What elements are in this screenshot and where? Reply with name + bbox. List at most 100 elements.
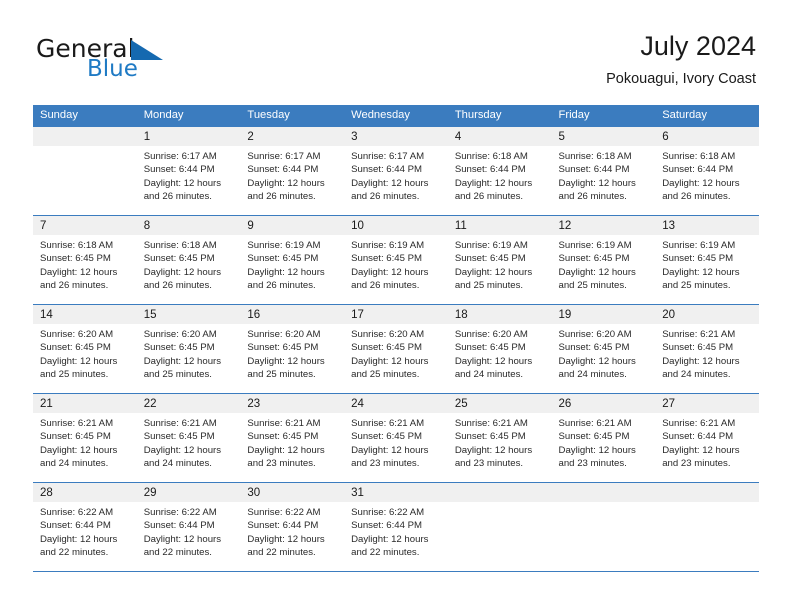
daylight-text-line1: Daylight: 12 hours xyxy=(351,266,429,278)
daylight-text-line1: Daylight: 12 hours xyxy=(662,177,740,189)
calendar-week-row: 14 Sunrise: 6:20 AM Sunset: 6:45 PM Dayligh… xyxy=(33,304,759,394)
daylight-text-line2: and 25 minutes. xyxy=(40,369,109,381)
calendar-cell-empty xyxy=(33,126,137,216)
weekday-header-tuesday: Tuesday xyxy=(240,105,345,127)
sunset-text: Sunset: 6:44 PM xyxy=(351,164,423,176)
calendar-day-cell[interactable]: 31 Sunrise: 6:22 AM Sunset: 6:44 PM Dayligh… xyxy=(344,482,448,572)
calendar-day-cell[interactable]: 3 Sunrise: 6:17 AM Sunset: 6:44 PM Daylight… xyxy=(344,126,448,216)
calendar-day-cell[interactable]: 17 Sunrise: 6:20 AM Sunset: 6:45 PM Dayligh… xyxy=(344,304,448,394)
weekday-header-sunday: Sunday xyxy=(33,105,137,127)
weekday-header-thursday: Thursday xyxy=(447,105,552,127)
day-number: 13 xyxy=(655,216,759,235)
day-number: 16 xyxy=(240,305,345,324)
sunrise-text: Sunrise: 6:22 AM xyxy=(143,507,217,518)
calendar-day-cell[interactable]: 9 Sunrise: 6:19 AM Sunset: 6:45 PM Daylight… xyxy=(240,215,345,305)
calendar-day-cell[interactable]: 27 Sunrise: 6:21 AM Sunset: 6:44 PM Dayligh… xyxy=(655,393,759,483)
calendar-day-cell[interactable]: 6 Sunrise: 6:18 AM Sunset: 6:44 PM Daylight… xyxy=(655,126,759,216)
calendar-day-cell[interactable]: 11 Sunrise: 6:19 AM Sunset: 6:45 PM Dayligh… xyxy=(447,215,552,305)
sunrise-text: Sunrise: 6:17 AM xyxy=(351,151,425,162)
sunrise-text: Sunrise: 6:21 AM xyxy=(662,418,736,429)
brand-logo[interactable]: General Blue xyxy=(36,34,266,90)
day-details: Sunrise: 6:18 AM Sunset: 6:44 PM Daylight:… xyxy=(655,146,759,204)
sunset-text: Sunset: 6:45 PM xyxy=(454,253,526,265)
daylight-text-line2: and 25 minutes. xyxy=(351,369,420,381)
sunset-text: Sunset: 6:45 PM xyxy=(351,253,423,265)
sunrise-text: Sunrise: 6:18 AM xyxy=(662,151,736,162)
calendar-day-cell[interactable]: 4 Sunrise: 6:18 AM Sunset: 6:44 PM Daylight… xyxy=(447,126,552,216)
calendar-day-cell[interactable]: 21 Sunrise: 6:21 AM Sunset: 6:45 PM Dayligh… xyxy=(33,393,137,483)
calendar-day-cell[interactable]: 25 Sunrise: 6:21 AM Sunset: 6:45 PM Dayligh… xyxy=(447,393,552,483)
sunset-text: Sunset: 6:45 PM xyxy=(351,342,423,354)
calendar-day-cell[interactable]: 5 Sunrise: 6:18 AM Sunset: 6:44 PM Daylight… xyxy=(551,126,656,216)
day-number: 14 xyxy=(33,305,137,324)
day-number: 29 xyxy=(136,483,241,502)
sunset-text: Sunset: 6:45 PM xyxy=(40,253,111,265)
daylight-text-line1: Daylight: 12 hours xyxy=(143,177,222,189)
daylight-text-line2: and 24 minutes. xyxy=(662,369,731,381)
day-number xyxy=(551,483,656,502)
day-details: Sunrise: 6:21 AM Sunset: 6:44 PM Daylight:… xyxy=(655,413,759,471)
sunrise-text: Sunrise: 6:18 AM xyxy=(143,240,217,251)
day-details: Sunrise: 6:18 AM Sunset: 6:44 PM Daylight:… xyxy=(552,146,656,204)
daylight-text-line1: Daylight: 12 hours xyxy=(558,177,636,189)
day-number: 8 xyxy=(136,216,241,235)
day-details: Sunrise: 6:20 AM Sunset: 6:45 PM Daylight:… xyxy=(448,324,552,382)
calendar-day-cell[interactable]: 29 Sunrise: 6:22 AM Sunset: 6:44 PM Dayligh… xyxy=(136,482,241,572)
daylight-text-line1: Daylight: 12 hours xyxy=(351,177,429,189)
calendar-cell-empty xyxy=(655,482,759,572)
sunrise-text: Sunrise: 6:22 AM xyxy=(351,507,425,518)
sunrise-text: Sunrise: 6:19 AM xyxy=(247,240,321,251)
calendar-day-cell[interactable]: 1 Sunrise: 6:17 AM Sunset: 6:44 PM Daylight… xyxy=(136,126,241,216)
day-details: Sunrise: 6:17 AM Sunset: 6:44 PM Daylight:… xyxy=(344,146,448,204)
calendar-day-cell[interactable]: 14 Sunrise: 6:20 AM Sunset: 6:45 PM Dayligh… xyxy=(33,304,137,394)
day-details: Sunrise: 6:20 AM Sunset: 6:45 PM Daylight:… xyxy=(344,324,448,382)
day-details: Sunrise: 6:18 AM Sunset: 6:45 PM Daylight:… xyxy=(33,235,137,293)
calendar-day-cell[interactable]: 15 Sunrise: 6:20 AM Sunset: 6:45 PM Dayligh… xyxy=(136,304,241,394)
calendar-day-cell[interactable]: 8 Sunrise: 6:18 AM Sunset: 6:45 PM Daylight… xyxy=(136,215,241,305)
calendar-day-cell[interactable]: 22 Sunrise: 6:21 AM Sunset: 6:45 PM Dayligh… xyxy=(136,393,241,483)
day-number: 5 xyxy=(551,127,656,146)
day-details: Sunrise: 6:21 AM Sunset: 6:45 PM Daylight:… xyxy=(448,413,552,471)
calendar-day-cell[interactable]: 28 Sunrise: 6:22 AM Sunset: 6:44 PM Dayligh… xyxy=(33,482,137,572)
calendar-day-cell[interactable]: 20 Sunrise: 6:21 AM Sunset: 6:45 PM Dayligh… xyxy=(655,304,759,394)
calendar-day-cell[interactable]: 13 Sunrise: 6:19 AM Sunset: 6:45 PM Dayligh… xyxy=(655,215,759,305)
calendar-day-cell[interactable]: 7 Sunrise: 6:18 AM Sunset: 6:45 PM Daylight… xyxy=(33,215,137,305)
sunset-text: Sunset: 6:45 PM xyxy=(558,431,630,443)
daylight-text-line1: Daylight: 12 hours xyxy=(351,355,429,367)
calendar-day-cell[interactable]: 16 Sunrise: 6:20 AM Sunset: 6:45 PM Dayligh… xyxy=(240,304,345,394)
sunrise-text: Sunrise: 6:20 AM xyxy=(558,329,632,340)
day-details: Sunrise: 6:19 AM Sunset: 6:45 PM Daylight:… xyxy=(240,235,344,293)
sunset-text: Sunset: 6:45 PM xyxy=(662,342,734,354)
weekday-header-friday: Friday xyxy=(551,105,656,127)
day-details: Sunrise: 6:20 AM Sunset: 6:45 PM Daylight:… xyxy=(33,324,137,382)
calendar-day-cell[interactable]: 24 Sunrise: 6:21 AM Sunset: 6:45 PM Dayligh… xyxy=(344,393,448,483)
calendar-day-cell[interactable]: 26 Sunrise: 6:21 AM Sunset: 6:45 PM Dayligh… xyxy=(551,393,656,483)
weekday-header-wednesday: Wednesday xyxy=(344,105,448,127)
day-details: Sunrise: 6:21 AM Sunset: 6:45 PM Daylight:… xyxy=(655,324,759,382)
sunrise-text: Sunrise: 6:19 AM xyxy=(558,240,632,251)
day-number: 1 xyxy=(136,127,241,146)
daylight-text-line2: and 26 minutes. xyxy=(40,280,109,292)
day-details: Sunrise: 6:19 AM Sunset: 6:45 PM Daylight:… xyxy=(344,235,448,293)
calendar-day-cell[interactable]: 30 Sunrise: 6:22 AM Sunset: 6:44 PM Dayligh… xyxy=(240,482,345,572)
sunset-text: Sunset: 6:45 PM xyxy=(247,431,319,443)
daylight-text-line2: and 23 minutes. xyxy=(662,458,731,470)
calendar-day-cell[interactable]: 19 Sunrise: 6:20 AM Sunset: 6:45 PM Dayligh… xyxy=(551,304,656,394)
daylight-text-line1: Daylight: 12 hours xyxy=(558,355,636,367)
daylight-text-line1: Daylight: 12 hours xyxy=(662,355,740,367)
day-details: Sunrise: 6:20 AM Sunset: 6:45 PM Daylight:… xyxy=(137,324,241,382)
sunrise-text: Sunrise: 6:20 AM xyxy=(351,329,425,340)
calendar-page: General Blue July 2024 Pokouagui, Ivory … xyxy=(0,0,792,612)
calendar-day-cell[interactable]: 23 Sunrise: 6:21 AM Sunset: 6:45 PM Dayligh… xyxy=(240,393,345,483)
calendar-day-cell[interactable]: 2 Sunrise: 6:17 AM Sunset: 6:44 PM Daylight… xyxy=(240,126,345,216)
sunrise-text: Sunrise: 6:18 AM xyxy=(558,151,632,162)
calendar-day-cell[interactable]: 10 Sunrise: 6:19 AM Sunset: 6:45 PM Dayligh… xyxy=(344,215,448,305)
daylight-text-line1: Daylight: 12 hours xyxy=(662,266,740,278)
day-details: Sunrise: 6:21 AM Sunset: 6:45 PM Daylight:… xyxy=(33,413,137,471)
day-number: 9 xyxy=(240,216,345,235)
calendar-day-cell[interactable]: 12 Sunrise: 6:19 AM Sunset: 6:45 PM Dayligh… xyxy=(551,215,656,305)
weekday-header-monday: Monday xyxy=(136,105,241,127)
daylight-text-line1: Daylight: 12 hours xyxy=(351,444,429,456)
calendar-day-cell[interactable]: 18 Sunrise: 6:20 AM Sunset: 6:45 PM Dayligh… xyxy=(447,304,552,394)
day-number: 23 xyxy=(240,394,345,413)
